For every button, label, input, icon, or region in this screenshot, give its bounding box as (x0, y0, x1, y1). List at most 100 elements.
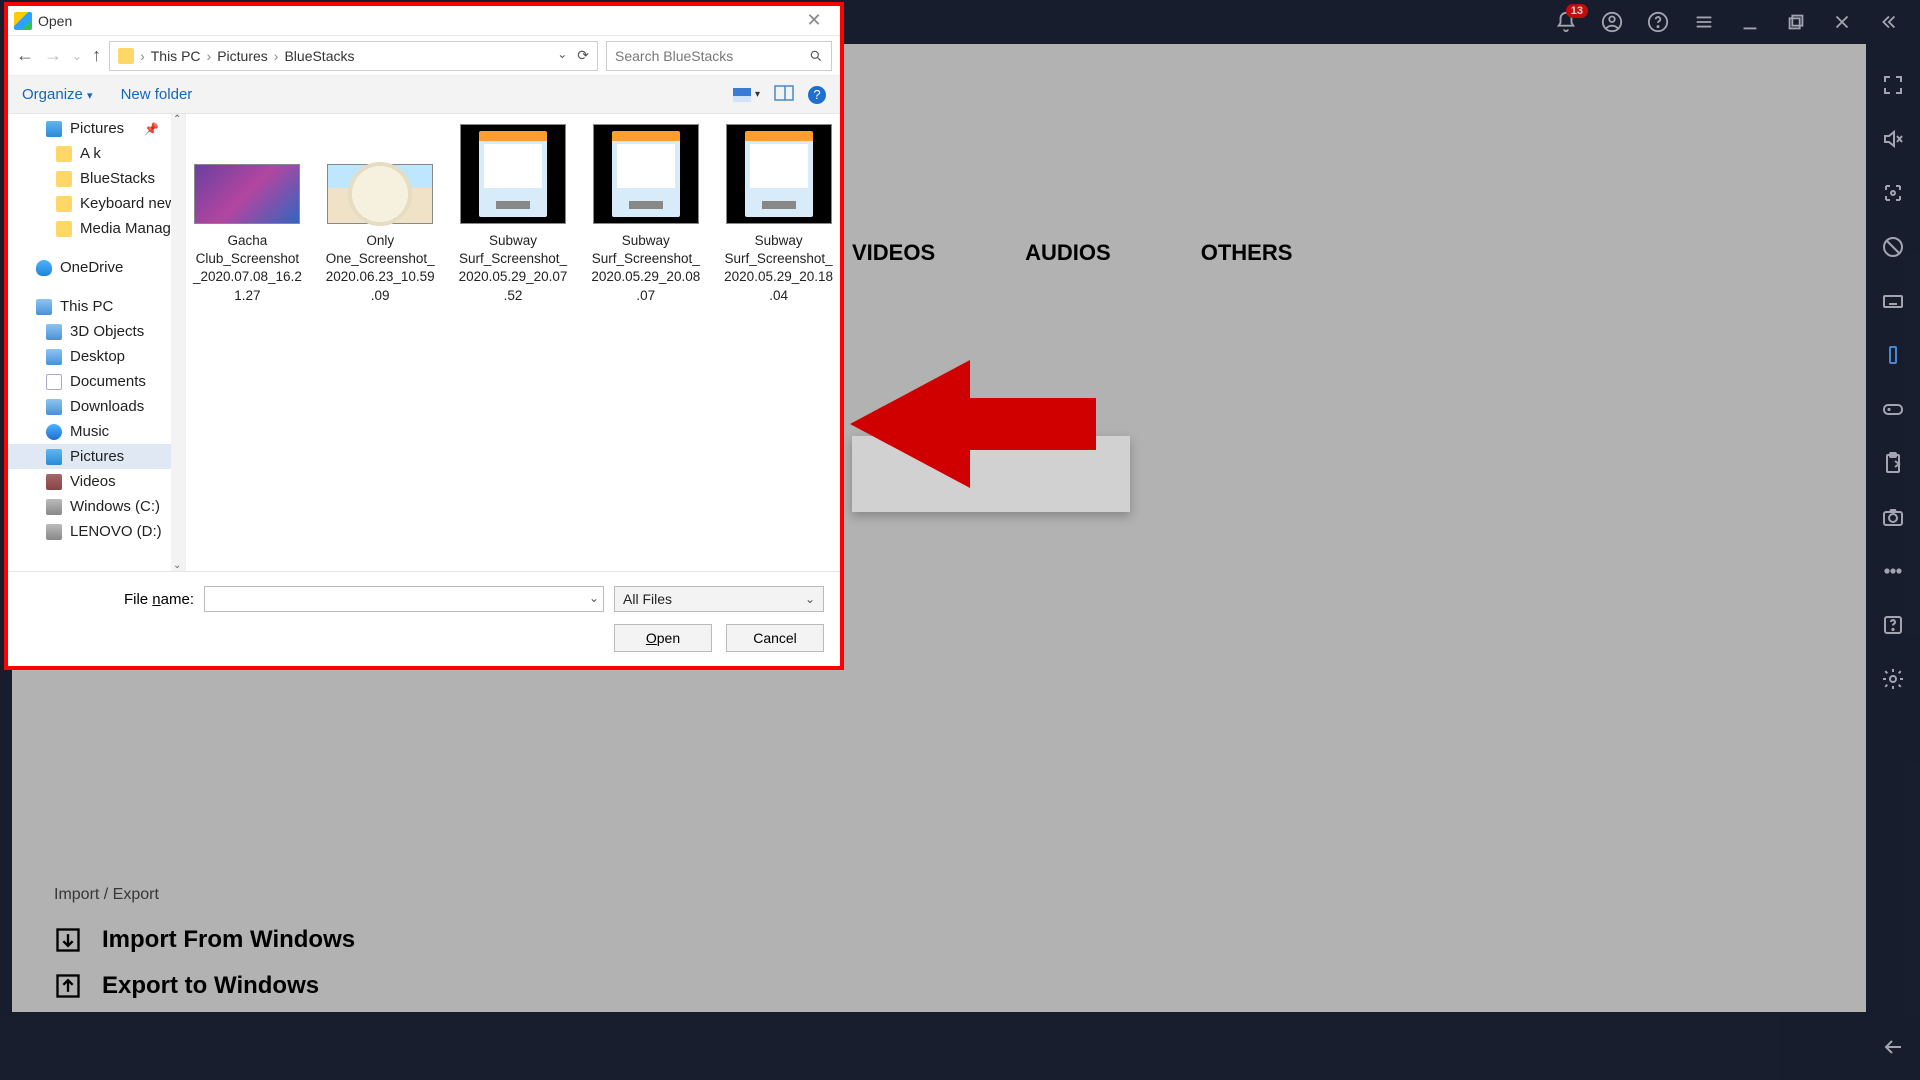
camera-icon[interactable] (1880, 504, 1906, 530)
nav-item-keyboard[interactable]: Keyboard new (8, 191, 185, 216)
nav-item-pictures[interactable]: Pictures (8, 444, 185, 469)
nav-item-pictures-qa[interactable]: Pictures📌 (8, 116, 185, 141)
settings-icon[interactable] (1880, 666, 1906, 692)
chevron-right-icon[interactable]: › (274, 48, 279, 64)
nav-scrollbar[interactable] (171, 114, 185, 571)
help-icon[interactable] (1644, 8, 1672, 36)
search-input[interactable]: Search BlueStacks (606, 41, 832, 71)
folder-icon (118, 48, 134, 64)
chevron-down-icon: ⌄ (805, 592, 815, 606)
nav-item-downloads[interactable]: Downloads (8, 394, 185, 419)
nav-arrows: ← → ⌄ ↑ (16, 45, 101, 66)
account-icon[interactable] (1598, 8, 1626, 36)
file-name: Only One_Screenshot_2020.06.23_10.59.09 (325, 232, 436, 305)
nav-up-icon[interactable]: ↑ (92, 45, 101, 66)
close-app-icon[interactable] (1828, 8, 1856, 36)
tab-audios[interactable]: AUDIOS (1025, 240, 1111, 266)
nav-item-lenovo-d[interactable]: LENOVO (D:) (8, 519, 185, 544)
new-folder-button[interactable]: New folder (121, 86, 193, 103)
breadcrumb-bluestacks[interactable]: BlueStacks (284, 48, 354, 64)
nav-item-documents[interactable]: Documents (8, 369, 185, 394)
file-name: Subway Surf_Screenshot_2020.05.29_20.08.… (590, 232, 701, 305)
dialog-help-icon[interactable]: ? (808, 86, 826, 104)
preview-pane-icon[interactable] (774, 85, 794, 105)
thumbnail (194, 164, 300, 224)
pin-icon: 📌 (144, 122, 159, 136)
thumbnail (593, 124, 699, 224)
nav-back-icon[interactable]: ← (16, 45, 34, 66)
clipboard-icon[interactable] (1880, 450, 1906, 476)
thumbnail (726, 124, 832, 224)
bell-icon[interactable]: 13 (1552, 8, 1580, 36)
view-mode-icon[interactable]: ▾ (733, 88, 760, 102)
navigation-pane: Pictures📌 A k BlueStacks Keyboard new Me… (8, 114, 186, 571)
more-icon[interactable] (1880, 558, 1906, 584)
gamepad-icon[interactable] (1880, 396, 1906, 422)
volume-mute-icon[interactable] (1880, 126, 1906, 152)
nav-recent-icon[interactable]: ⌄ (72, 49, 82, 63)
chevron-down-icon[interactable]: ⌄ (589, 591, 599, 605)
nav-item-thispc[interactable]: This PC (8, 294, 185, 319)
import-from-windows[interactable]: Import From Windows (54, 926, 355, 954)
upload-dropzone[interactable] (852, 436, 1130, 512)
file-name-label: File name: (24, 591, 194, 608)
export-to-windows[interactable]: Export to Windows (54, 972, 355, 1000)
notification-badge: 13 (1566, 4, 1588, 18)
address-bar-row: ← → ⌄ ↑ › This PC › Pictures › BlueStack… (8, 36, 840, 76)
address-dropdown-icon[interactable]: ⌄ (557, 47, 567, 64)
tab-others[interactable]: OTHERS (1201, 240, 1293, 266)
file-type-select[interactable]: All Files⌄ (614, 586, 824, 612)
file-item[interactable]: Only One_Screenshot_2020.06.23_10.59.09 (325, 124, 436, 305)
file-list[interactable]: Gacha Club_Screenshot_2020.07.08_16.21.2… (186, 114, 840, 571)
restore-icon[interactable] (1782, 8, 1810, 36)
open-button[interactable]: Open (614, 624, 712, 652)
nav-item-videos[interactable]: Videos (8, 469, 185, 494)
refresh-icon[interactable]: ⟳ (577, 47, 589, 64)
nav-item-desktop[interactable]: Desktop (8, 344, 185, 369)
dialog-title: Open (38, 13, 72, 29)
nav-item-music[interactable]: Music (8, 419, 185, 444)
location-icon[interactable] (1880, 180, 1906, 206)
dialog-body: Pictures📌 A k BlueStacks Keyboard new Me… (8, 114, 840, 571)
app-logo-icon (14, 12, 32, 30)
rotate-icon[interactable] (1880, 342, 1906, 368)
search-icon (809, 49, 823, 63)
file-name: Subway Surf_Screenshot_2020.05.29_20.07.… (458, 232, 569, 305)
nav-item-media-manager[interactable]: Media Manager (8, 216, 185, 241)
close-icon[interactable]: ✕ (794, 10, 834, 31)
import-label: Import From Windows (102, 926, 355, 954)
tab-videos[interactable]: VIDEOS (852, 240, 935, 266)
hamburger-icon[interactable] (1690, 8, 1718, 36)
chevron-right-icon[interactable]: › (207, 48, 212, 64)
dialog-footer: File name: ⌄ All Files⌄ Open Cancel (8, 571, 840, 666)
chevron-down-icon: ▾ (755, 89, 760, 100)
back-icon[interactable] (1880, 1034, 1906, 1060)
breadcrumb-thispc[interactable]: This PC (151, 48, 201, 64)
nav-item-3dobjects[interactable]: 3D Objects (8, 319, 185, 344)
nav-item-windows-c[interactable]: Windows (C:) (8, 494, 185, 519)
nav-item-ak[interactable]: A k (8, 141, 185, 166)
help-square-icon[interactable] (1880, 612, 1906, 638)
nav-item-onedrive[interactable]: OneDrive (8, 255, 185, 280)
file-item[interactable]: Subway Surf_Screenshot_2020.05.29_20.07.… (458, 124, 569, 305)
file-name: Gacha Club_Screenshot_2020.07.08_16.21.2… (192, 232, 303, 305)
thumbnail (460, 124, 566, 224)
no-eye-icon[interactable] (1880, 234, 1906, 260)
address-bar[interactable]: › This PC › Pictures › BlueStacks ⌄ ⟳ (109, 41, 598, 71)
minimize-icon[interactable] (1736, 8, 1764, 36)
fullscreen-icon[interactable] (1880, 72, 1906, 98)
file-item[interactable]: Gacha Club_Screenshot_2020.07.08_16.21.2… (192, 124, 303, 305)
cancel-button[interactable]: Cancel (726, 624, 824, 652)
dialog-titlebar: Open ✕ (8, 6, 840, 36)
nav-item-bluestacks[interactable]: BlueStacks (8, 166, 185, 191)
file-name-input[interactable]: ⌄ (204, 586, 604, 612)
keyboard-icon[interactable] (1880, 288, 1906, 314)
file-item[interactable]: Subway Surf_Screenshot_2020.05.29_20.18.… (723, 124, 834, 305)
open-file-dialog: Open ✕ ← → ⌄ ↑ › This PC › Pictures › Bl… (4, 2, 844, 670)
chevron-right-icon[interactable]: › (140, 48, 145, 64)
collapse-sidebar-icon[interactable] (1874, 8, 1902, 36)
organize-menu[interactable]: Organize ▾ (22, 86, 93, 103)
file-item[interactable]: Subway Surf_Screenshot_2020.05.29_20.08.… (590, 124, 701, 305)
search-placeholder: Search BlueStacks (615, 48, 733, 64)
breadcrumb-pictures[interactable]: Pictures (217, 48, 268, 64)
